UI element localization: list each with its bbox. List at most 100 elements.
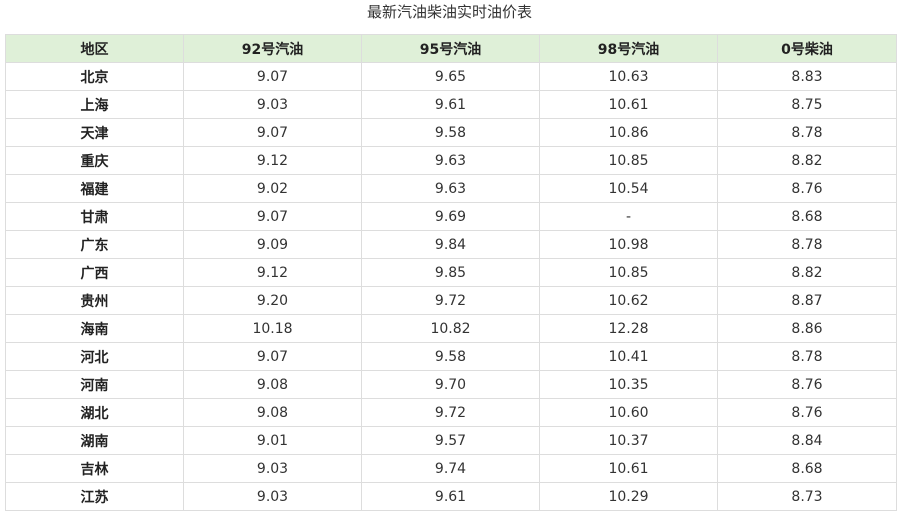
cell-diesel0: 8.75 (717, 90, 897, 119)
cell-diesel0: 8.84 (717, 426, 897, 455)
header-gas98: 98号汽油 (539, 34, 718, 63)
cell-diesel0: 8.73 (717, 482, 897, 511)
cell-gas98: 10.37 (539, 426, 718, 455)
cell-diesel0: 8.68 (717, 202, 897, 231)
cell-diesel0: 8.78 (717, 118, 897, 147)
header-region: 地区 (5, 34, 184, 63)
cell-diesel0: 8.76 (717, 398, 897, 427)
table-row: 福建 9.02 9.63 10.54 8.76 (5, 174, 897, 203)
cell-gas92: 9.08 (183, 398, 362, 427)
table-row: 河南 9.08 9.70 10.35 8.76 (5, 370, 897, 399)
table-row: 贵州 9.20 9.72 10.62 8.87 (5, 286, 897, 315)
cell-gas98: 10.98 (539, 230, 718, 259)
cell-region: 上海 (5, 90, 184, 119)
table-row: 上海 9.03 9.61 10.61 8.75 (5, 90, 897, 119)
cell-gas92: 9.07 (183, 118, 362, 147)
table-row: 湖北 9.08 9.72 10.60 8.76 (5, 398, 897, 427)
table-row: 湖南 9.01 9.57 10.37 8.84 (5, 426, 897, 455)
cell-gas98: 10.61 (539, 90, 718, 119)
cell-region: 贵州 (5, 286, 184, 315)
cell-gas95: 9.85 (361, 258, 540, 287)
cell-gas95: 9.69 (361, 202, 540, 231)
cell-gas92: 9.12 (183, 146, 362, 175)
cell-gas95: 9.70 (361, 370, 540, 399)
cell-gas92: 9.12 (183, 258, 362, 287)
cell-region: 江苏 (5, 482, 184, 511)
cell-gas92: 9.03 (183, 454, 362, 483)
cell-gas92: 9.07 (183, 62, 362, 91)
cell-region: 海南 (5, 314, 184, 343)
oil-price-table: 地区 92号汽油 95号汽油 98号汽油 0号柴油 北京 9.07 9.65 10.6… (5, 34, 897, 511)
cell-gas95: 9.84 (361, 230, 540, 259)
table-row: 海南 10.18 10.82 12.28 8.86 (5, 314, 897, 343)
cell-gas98: 10.63 (539, 62, 718, 91)
table-body: 北京 9.07 9.65 10.63 8.83 上海 9.03 9.61 10.61 8.75 天津… (5, 62, 897, 511)
cell-diesel0: 8.82 (717, 258, 897, 287)
table-row: 重庆 9.12 9.63 10.85 8.82 (5, 146, 897, 175)
table-row: 吉林 9.03 9.74 10.61 8.68 (5, 454, 897, 483)
cell-region: 重庆 (5, 146, 184, 175)
cell-gas98: 10.85 (539, 146, 718, 175)
cell-gas95: 9.74 (361, 454, 540, 483)
cell-gas98: 10.41 (539, 342, 718, 371)
cell-gas95: 9.72 (361, 398, 540, 427)
cell-region: 北京 (5, 62, 184, 91)
cell-gas92: 10.18 (183, 314, 362, 343)
cell-gas92: 9.07 (183, 342, 362, 371)
table-row: 甘肃 9.07 9.69-8.68 (5, 202, 897, 231)
header-gas95: 95号汽油 (361, 34, 540, 63)
cell-diesel0: 8.76 (717, 174, 897, 203)
cell-gas92: 9.07 (183, 202, 362, 231)
cell-region: 湖南 (5, 426, 184, 455)
cell-region: 吉林 (5, 454, 184, 483)
cell-gas92: 9.08 (183, 370, 362, 399)
cell-gas98: 10.29 (539, 482, 718, 511)
cell-gas95: 9.58 (361, 118, 540, 147)
table-row: 天津 9.07 9.58 10.86 8.78 (5, 118, 897, 147)
cell-diesel0: 8.87 (717, 286, 897, 315)
table-row: 北京 9.07 9.65 10.63 8.83 (5, 62, 897, 91)
cell-gas95: 9.61 (361, 90, 540, 119)
cell-region: 广东 (5, 230, 184, 259)
cell-gas95: 9.63 (361, 174, 540, 203)
table-row: 广东 9.09 9.84 10.98 8.78 (5, 230, 897, 259)
cell-region: 河南 (5, 370, 184, 399)
cell-gas92: 9.02 (183, 174, 362, 203)
cell-region: 甘肃 (5, 202, 184, 231)
table-row: 江苏 9.03 9.61 10.29 8.73 (5, 482, 897, 511)
cell-gas92: 9.20 (183, 286, 362, 315)
cell-diesel0: 8.82 (717, 146, 897, 175)
cell-diesel0: 8.83 (717, 62, 897, 91)
cell-gas98: 10.86 (539, 118, 718, 147)
table-row: 河北 9.07 9.58 10.41 8.78 (5, 342, 897, 371)
cell-gas92: 9.03 (183, 482, 362, 511)
cell-diesel0: 8.76 (717, 370, 897, 399)
cell-gas98: 10.62 (539, 286, 718, 315)
cell-gas92: 9.03 (183, 90, 362, 119)
cell-gas95: 9.63 (361, 146, 540, 175)
cell-gas98: 10.61 (539, 454, 718, 483)
cell-diesel0: 8.68 (717, 454, 897, 483)
cell-diesel0: 8.78 (717, 230, 897, 259)
header-gas92: 92号汽油 (183, 34, 362, 63)
cell-region: 广西 (5, 258, 184, 287)
cell-gas98: 12.28 (539, 314, 718, 343)
cell-gas98: 10.54 (539, 174, 718, 203)
header-diesel0: 0号柴油 (717, 34, 897, 63)
cell-gas98: 10.85 (539, 258, 718, 287)
cell-region: 湖北 (5, 398, 184, 427)
cell-gas95: 9.57 (361, 426, 540, 455)
cell-gas95: 9.58 (361, 342, 540, 371)
table-caption: 最新汽油柴油实时油价表 (366, 3, 532, 21)
cell-region: 河北 (5, 342, 184, 371)
cell-gas95: 10.82 (361, 314, 540, 343)
cell-diesel0: 8.86 (717, 314, 897, 343)
cell-diesel0: 8.78 (717, 342, 897, 371)
cell-gas92: 9.01 (183, 426, 362, 455)
cell-gas95: 9.72 (361, 286, 540, 315)
cell-gas98: 10.35 (539, 370, 718, 399)
cell-gas92: 9.09 (183, 230, 362, 259)
cell-gas95: 9.65 (361, 62, 540, 91)
cell-region: 天津 (5, 118, 184, 147)
cell-gas98: 10.60 (539, 398, 718, 427)
